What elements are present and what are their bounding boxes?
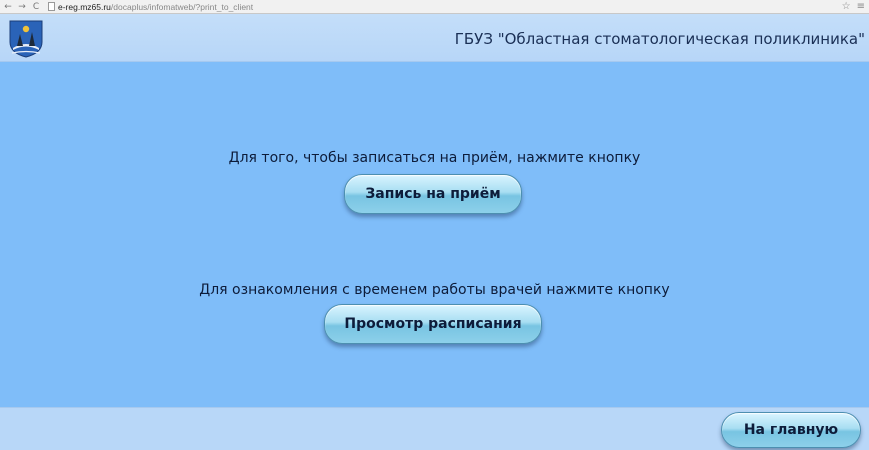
coat-of-arms-icon bbox=[9, 20, 43, 58]
page-header: ГБУЗ "Областная стоматологическая поликл… bbox=[0, 14, 869, 62]
page-title: ГБУЗ "Областная стоматологическая поликл… bbox=[454, 30, 865, 48]
browser-actions: ☆ ≡ bbox=[836, 1, 865, 12]
appointment-prompt: Для того, чтобы записаться на приём, наж… bbox=[228, 150, 641, 166]
address-bar[interactable]: e-reg.mz65.ru/docaplus/infomatweb/?print… bbox=[48, 1, 253, 13]
url-host: e-reg.mz65.ru bbox=[58, 1, 111, 12]
page-footer: На главную bbox=[0, 407, 869, 450]
home-button[interactable]: На главную bbox=[721, 412, 861, 448]
browser-toolbar: ← → C e-reg.mz65.ru/docaplus/infomatweb/… bbox=[0, 0, 869, 14]
bookmark-star-icon[interactable]: ☆ bbox=[842, 1, 851, 12]
forward-arrow-icon[interactable]: → bbox=[16, 1, 28, 13]
page-icon bbox=[48, 2, 55, 11]
schedule-prompt: Для ознакомления с временем работы враче… bbox=[199, 282, 670, 298]
url-path: /docaplus/infomatweb/?print_to_client bbox=[110, 1, 254, 12]
back-arrow-icon[interactable]: ← bbox=[2, 1, 14, 13]
main-content: Для того, чтобы записаться на приём, наж… bbox=[0, 62, 869, 407]
schedule-button[interactable]: Просмотр расписания bbox=[324, 304, 542, 344]
reload-icon[interactable]: C bbox=[30, 1, 42, 13]
appointment-button[interactable]: Запись на приём bbox=[344, 174, 522, 214]
menu-icon[interactable]: ≡ bbox=[857, 1, 865, 12]
